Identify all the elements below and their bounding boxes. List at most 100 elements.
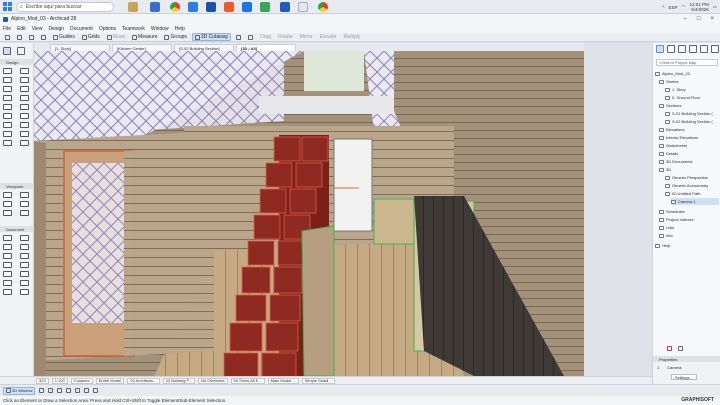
tree-node[interactable]: 3D — [659, 166, 671, 173]
tree-node[interactable]: S-01 Building Section ( — [665, 110, 713, 117]
taskbar-app-icon[interactable] — [188, 2, 198, 12]
tree-node[interactable]: Project Indexes — [659, 216, 694, 223]
figure-tool-icon[interactable] — [3, 280, 12, 286]
model-filter-selector[interactable]: Entire Model — [95, 377, 125, 384]
roof-tool-icon[interactable] — [20, 95, 29, 101]
menu-view[interactable]: View — [32, 26, 43, 32]
shell-tool-icon[interactable] — [3, 104, 12, 110]
stair-tool-icon[interactable] — [3, 113, 12, 119]
properties-header[interactable]: Properties — [653, 356, 720, 362]
menu-options[interactable]: Options — [99, 26, 116, 32]
mesh-tool-icon[interactable] — [3, 122, 12, 128]
tree-node[interactable]: Stories — [659, 78, 678, 85]
taskbar-archicad-icon[interactable] — [280, 2, 290, 12]
explore-icon[interactable] — [75, 388, 81, 393]
elevation-tool-icon[interactable] — [20, 192, 29, 198]
redo-button[interactable] — [15, 33, 24, 41]
language-indicator[interactable]: ESP — [669, 5, 678, 10]
zoom-in-icon[interactable] — [48, 388, 54, 393]
guides-button[interactable]: Guides — [51, 33, 77, 41]
pen-set-selector[interactable]: 03 Building P... — [162, 377, 196, 384]
taskbar-app-icon[interactable] — [260, 2, 270, 12]
arrow-select-icon[interactable] — [3, 47, 11, 55]
tab-kitchen-center[interactable]: [Kitchen Center] — [112, 44, 172, 51]
windows-start-icon[interactable] — [3, 2, 13, 12]
project-map-search[interactable]: ⌕ Search Project Map — [656, 59, 718, 66]
tree-node[interactable]: 3D Documents — [659, 158, 692, 165]
marquee-button[interactable] — [246, 33, 255, 41]
skylight-tool-icon[interactable] — [20, 104, 29, 110]
rotate-button[interactable]: Rotate — [276, 33, 295, 41]
tree-node[interactable]: Generic Axonometry — [665, 182, 708, 189]
properties-icon[interactable] — [678, 346, 683, 351]
taskbar-app-icon[interactable] — [298, 2, 308, 12]
menu-help[interactable]: Help — [175, 26, 185, 32]
object-tool-icon[interactable] — [3, 131, 12, 137]
taskbar-app-icon[interactable] — [128, 2, 138, 12]
tab-3d-all[interactable]: [3D / All] — [236, 44, 296, 51]
grids-button[interactable]: Grids — [80, 33, 102, 41]
zone-tool-icon[interactable] — [20, 122, 29, 128]
layout-book-icon[interactable] — [678, 45, 686, 53]
wifi-icon[interactable]: ◠ — [682, 4, 686, 10]
detail-tool-icon[interactable] — [3, 210, 12, 216]
layers-icon[interactable] — [84, 388, 90, 393]
tree-node[interactable]: Lists — [659, 224, 674, 231]
tree-node[interactable]: Elevations — [659, 126, 684, 133]
tree-node-selected[interactable]: Camera 1 — [671, 198, 719, 205]
settings-icon[interactable] — [711, 45, 719, 53]
renovation-filter-selector[interactable]: 00 Show All E... — [230, 377, 265, 384]
tree-node[interactable]: Schedules — [659, 208, 685, 215]
zoom-out-icon[interactable] — [57, 388, 63, 393]
organizer-icon[interactable] — [700, 45, 708, 53]
menu-teamwork[interactable]: Teamwork — [122, 26, 145, 32]
pick-button[interactable] — [39, 33, 48, 41]
move-button[interactable]: Move — [105, 33, 127, 41]
drag-button[interactable]: Drag — [258, 33, 273, 41]
layer-combination-selector[interactable]: 03 Architectu... — [127, 377, 160, 384]
taskbar-chrome-icon[interactable] — [170, 2, 180, 12]
line-tool-icon[interactable] — [20, 253, 29, 259]
menu-window[interactable]: Window — [151, 26, 169, 32]
railing-tool-icon[interactable] — [20, 113, 29, 119]
level-dimension-tool-icon[interactable] — [20, 235, 29, 241]
label-tool-icon[interactable] — [20, 244, 29, 250]
text-tool-icon[interactable] — [3, 244, 12, 250]
morph-tool-icon[interactable] — [3, 140, 12, 146]
tree-node[interactable]: S-02 Building Section ( — [665, 118, 713, 125]
section-tool-icon[interactable] — [3, 192, 12, 198]
taskbar-search-input[interactable]: ⌕ Escribe aquí para buscar — [16, 2, 114, 12]
tree-node[interactable]: 0. Ground Floor — [665, 94, 700, 101]
tab-1-story[interactable]: [1. Story] — [50, 44, 110, 51]
arrow-tool-button[interactable] — [234, 33, 243, 41]
clock[interactable]: 12:01 PM 5/4/2026 — [689, 2, 708, 12]
taskbar-app-icon[interactable] — [242, 2, 252, 12]
3d-cutaway-button[interactable]: 3D Cutaway — [191, 33, 232, 41]
dimension-tool-icon[interactable] — [3, 235, 12, 241]
wall-tool-icon[interactable] — [3, 68, 12, 74]
menu-design[interactable]: Design — [48, 26, 64, 32]
drawing-tool-icon[interactable] — [3, 289, 12, 295]
zoom-field[interactable]: 323 — [36, 377, 49, 384]
interior-elevation-tool-icon[interactable] — [3, 201, 12, 207]
tree-node[interactable]: Alpino_Mod_03 — [655, 70, 690, 77]
tree-node[interactable]: Details — [659, 150, 678, 157]
open-button[interactable] — [27, 33, 36, 41]
measure-button[interactable]: Measure — [130, 33, 159, 41]
lamp-tool-icon[interactable] — [20, 131, 29, 137]
opening-tool-icon[interactable] — [20, 140, 29, 146]
minimize-icon[interactable]: – — [684, 16, 687, 22]
hotspot-tool-icon[interactable] — [20, 271, 29, 277]
project-map-icon[interactable] — [656, 45, 664, 53]
tree-node[interactable]: Info — [659, 232, 673, 239]
fit-icon[interactable] — [66, 388, 72, 393]
menu-document[interactable]: Document — [70, 26, 93, 32]
graphic-override-selector[interactable]: No Overrides — [198, 377, 228, 384]
notification-icon[interactable]: ▭ — [713, 4, 717, 10]
camera-tool-icon[interactable] — [20, 210, 29, 216]
worksheet-tool-icon[interactable] — [20, 201, 29, 207]
taskbar-app-icon[interactable] — [150, 2, 160, 12]
settings-button[interactable]: Settings... — [671, 374, 697, 380]
tree-node[interactable]: Sections — [659, 102, 681, 109]
taskbar-chrome-icon[interactable] — [318, 2, 328, 12]
